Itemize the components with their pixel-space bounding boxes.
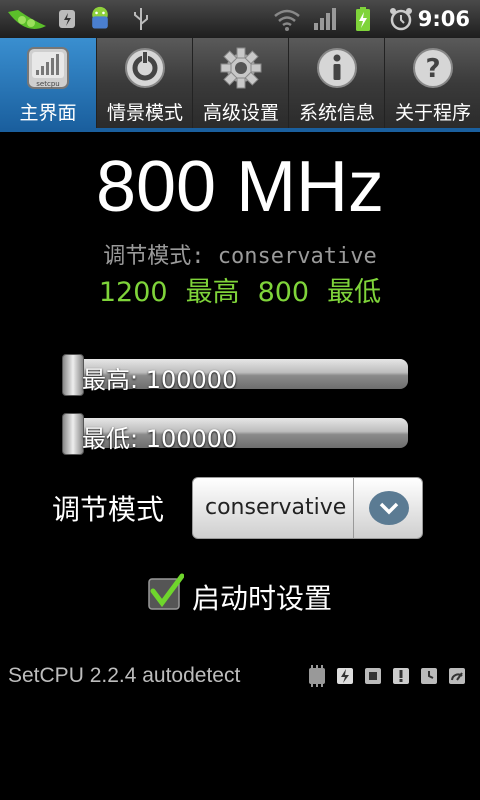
set-on-boot-checkbox[interactable]	[146, 573, 184, 611]
max-frequency-slider[interactable]: 最高: 100000	[62, 354, 408, 396]
pea-pod-icon	[8, 10, 46, 29]
wifi-icon	[274, 9, 300, 31]
chip-flash-icon	[337, 668, 353, 684]
setcpu-notify-icon	[59, 10, 75, 28]
min-frequency-value: 800	[257, 277, 310, 308]
tab-advanced[interactable]: 高级设置	[192, 38, 288, 130]
chip-icon	[365, 668, 381, 684]
governor-spinner-value: conservative	[205, 495, 347, 520]
max-frequency-value: 1200	[98, 277, 168, 308]
chevron-down-icon[interactable]	[367, 490, 411, 526]
frequency-limits: 1200 最高 800 最低	[0, 270, 480, 309]
usb-icon	[134, 8, 148, 30]
tab-system-info[interactable]: 系统信息	[288, 38, 384, 130]
current-frequency: 800 MHz	[95, 147, 385, 227]
battery-charging-icon	[356, 7, 370, 31]
min-slider-label: 最低: 100000	[82, 425, 238, 453]
chip-gauge-icon	[449, 668, 465, 684]
tab-main-label: 主界面	[19, 102, 77, 124]
tab-main[interactable]: setcpu 主界面	[0, 38, 96, 130]
governor-label: 调节模式	[52, 493, 165, 526]
help-icon: ?	[413, 48, 453, 88]
governor-spinner[interactable]: conservative	[192, 477, 423, 539]
gear-icon	[220, 47, 262, 89]
profile-dial-icon	[125, 48, 165, 88]
min-frequency-label: 最低	[327, 277, 382, 308]
info-icon	[317, 48, 357, 88]
chip-icon	[309, 665, 325, 687]
max-slider-thumb[interactable]	[62, 354, 84, 396]
tab-system-info-label: 系统信息	[298, 102, 375, 124]
max-slider-label: 最高: 100000	[82, 366, 238, 394]
tab-about-label: 关于程序	[394, 102, 471, 124]
governor-status: 调节模式: conservative	[103, 244, 377, 269]
chip-clock-icon	[421, 668, 437, 684]
android-icon	[92, 6, 108, 29]
tab-advanced-label: 高级设置	[202, 102, 279, 124]
version-text: SetCPU 2.2.4 autodetect	[8, 664, 241, 687]
clock: 9:06	[417, 7, 470, 31]
tab-about[interactable]: ? 关于程序	[384, 38, 480, 130]
min-frequency-slider[interactable]: 最低: 100000	[62, 413, 408, 455]
setcpu-icon: setcpu	[27, 47, 69, 89]
signal-icon	[314, 8, 336, 30]
svg-text:setcpu: setcpu	[36, 80, 59, 88]
tab-indicator-line	[0, 128, 480, 132]
svg-text:?: ?	[425, 54, 440, 84]
spinner-divider	[353, 478, 354, 538]
tab-profiles[interactable]: 情景模式	[96, 38, 192, 130]
alarm-icon	[390, 8, 412, 31]
tab-profiles-label: 情景模式	[106, 102, 183, 124]
tab-bar: setcpu 主界面 情景模式 高级设置 系统信息 ? 关于程序	[0, 38, 480, 130]
status-bar: 9:06	[0, 0, 480, 38]
chip-alert-icon	[393, 668, 409, 684]
max-frequency-label: 最高	[185, 277, 240, 308]
min-slider-thumb[interactable]	[62, 413, 84, 455]
set-on-boot-label: 启动时设置	[192, 582, 333, 615]
